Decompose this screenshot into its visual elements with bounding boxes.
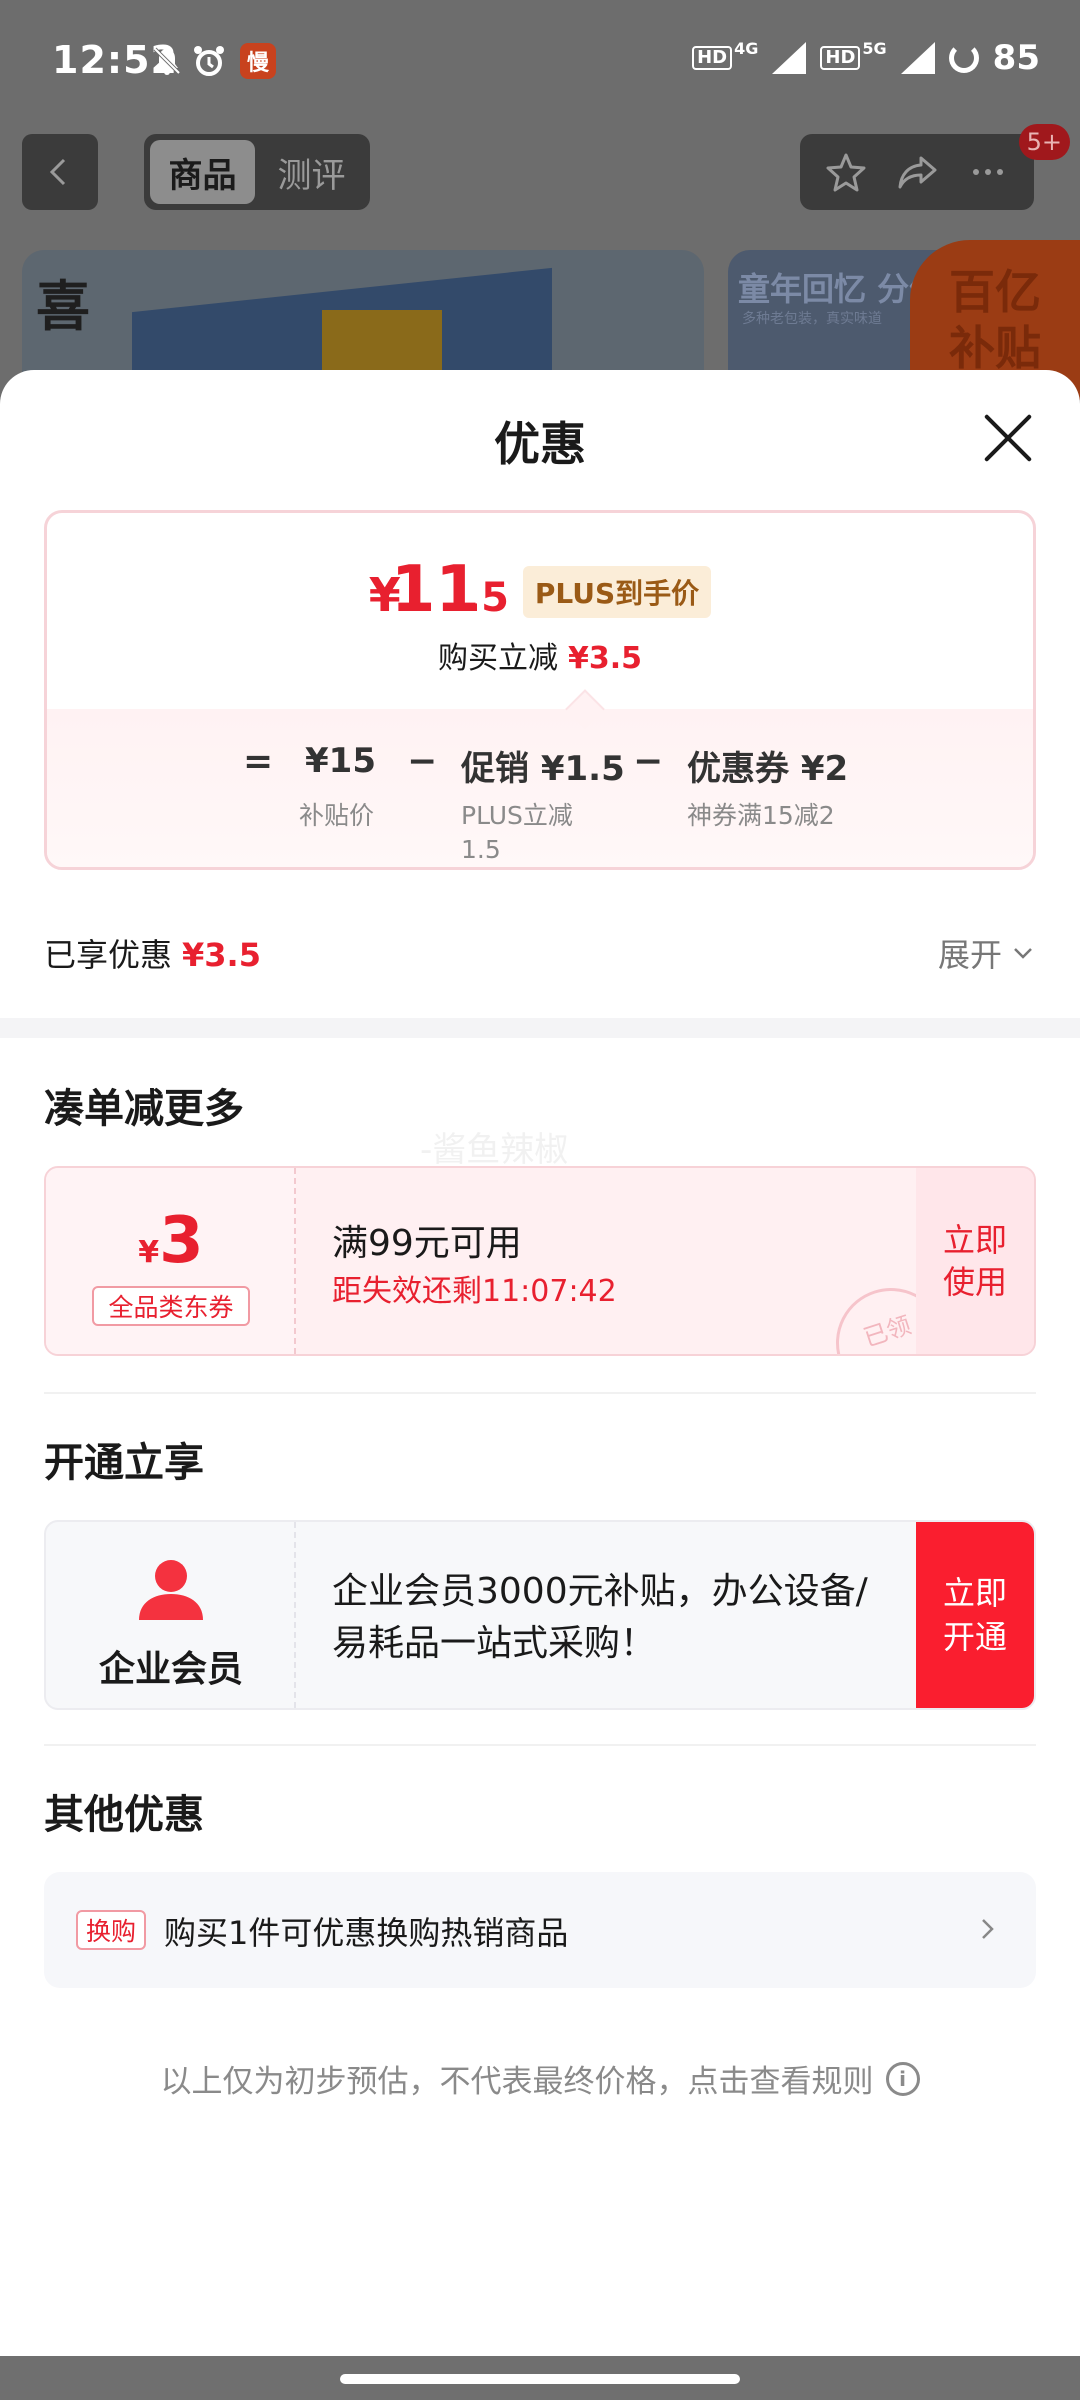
price-decimal: .5 — [465, 575, 509, 621]
instant-discount-label: 购买立减 — [437, 641, 558, 676]
person-icon — [139, 1560, 203, 1620]
coupon-number: 3 — [159, 1204, 204, 1278]
product-tabs: 商品 测评 — [144, 134, 370, 210]
subsidy-badge-line1: 百亿 — [949, 265, 1041, 319]
price-breakdown-card: ¥11.5 PLUS到手价 购买立减 ¥3.5 = ¥15 补贴价 − 促销 ¥1… — [44, 510, 1036, 870]
price-formula: = ¥15 补贴价 − 促销 ¥1.5 PLUS立减 1.5 − 优惠券 ¥2 … — [47, 741, 1033, 864]
home-indicator[interactable] — [340, 2374, 740, 2384]
top-actions — [800, 134, 1034, 210]
share-button[interactable] — [889, 144, 945, 200]
instant-discount-amount: ¥3.5 — [567, 641, 643, 676]
trade-in-text: 购买1件可优惠换购热销商品 — [164, 1914, 569, 1952]
promo-banner-subtitle: 多种老包装，真实味道 — [742, 311, 882, 327]
info-icon: i — [885, 2061, 920, 2096]
trade-in-tag: 换购 — [76, 1910, 147, 1950]
share-icon — [898, 156, 937, 189]
final-price: ¥11.5 PLUS到手价 — [47, 553, 1033, 627]
back-button[interactable] — [22, 134, 98, 210]
coupon-value-panel: ¥3 全品类东券 — [46, 1168, 296, 1354]
activate-line2: 开通 — [942, 1618, 1007, 1656]
tab-product[interactable]: 商品 — [150, 140, 255, 204]
price-summary: ¥11.5 PLUS到手价 购买立减 ¥3.5 — [47, 513, 1033, 709]
promotion-label-line1: PLUS立减 — [461, 801, 573, 830]
section-title-more-savings: 凑单减更多 — [44, 1086, 244, 1132]
star-icon — [826, 153, 866, 192]
mute-bell-icon — [150, 44, 184, 78]
network-5g: 5G — [862, 38, 887, 58]
formula-equals: = — [243, 741, 274, 782]
expand-label: 展开 — [937, 936, 1002, 974]
section-title-membership: 开通立享 — [44, 1440, 204, 1486]
banner-package-label — [322, 310, 442, 370]
section-divider — [0, 1018, 1080, 1038]
membership-label-panel: 企业会员 — [46, 1522, 296, 1708]
membership-card: 企业会员 企业会员3000元补贴，办公设备/易耗品一站式采购！ 立即 开通 — [44, 1520, 1036, 1710]
plus-price-tag: PLUS到手价 — [522, 566, 712, 618]
coupon-card: ¥3 全品类东券 满99元可用 距失效还剩11:07:42 已领 立即 使用 — [44, 1166, 1036, 1356]
instant-discount-line: 购买立减 ¥3.5 — [47, 633, 1033, 677]
coupon-currency: ¥ — [138, 1235, 160, 1270]
divider-line — [44, 1744, 1036, 1746]
message-badge: 5+ — [1018, 124, 1070, 160]
use-coupon-line2: 使用 — [942, 1263, 1007, 1301]
coupon-amount: ¥3 — [46, 1204, 296, 1278]
disclaimer-text: 以上仅为初步预估，不代表最终价格，点击查看规则 — [160, 2064, 874, 2100]
section-title-other-offers: 其他优惠 — [44, 1792, 204, 1838]
banner-logo-text: 喜 — [36, 274, 90, 338]
signal-icon-2 — [900, 42, 935, 74]
enjoyed-label: 已享优惠 — [44, 936, 173, 974]
divider-line — [44, 1392, 1036, 1394]
formula-minus-2: − — [633, 741, 664, 782]
formula-minus-1: − — [407, 741, 438, 782]
signal-icon-1 — [772, 42, 807, 74]
activate-line1: 立即 — [942, 1574, 1007, 1612]
use-coupon-line1: 立即 — [942, 1221, 1007, 1259]
membership-name: 企业会员 — [98, 1649, 243, 1690]
coupon-type-tag: 全品类东券 — [92, 1286, 250, 1326]
discount-sheet: 优惠 ¥11.5 PLUS到手价 购买立减 ¥3.5 = ¥15 补贴价 − 促销… — [0, 370, 1080, 2400]
activate-membership-button[interactable]: 立即 开通 — [916, 1522, 1034, 1708]
coupon-label: 神券满15减2 — [687, 801, 835, 830]
app-notification-icon: 慢 — [240, 43, 276, 79]
background-page: 12:52 慢 HD 4G HD 5G 85 商品 测评 5+ 喜 童年回忆 分… — [0, 0, 1080, 400]
coupon-countdown: 距失效还剩11:07:42 — [332, 1274, 617, 1309]
watermark-text: -酱鱼辣椒 — [420, 1130, 569, 1170]
subsidy-price-value: ¥15 — [305, 741, 376, 781]
hd-badge-2: HD — [820, 46, 861, 70]
battery-icon — [948, 43, 979, 73]
rules-disclaimer[interactable]: 以上仅为初步预估，不代表最终价格，点击查看规则 i — [0, 2056, 1080, 2101]
network-4g: 4G — [734, 38, 759, 58]
membership-description: 企业会员3000元补贴，办公设备/易耗品一站式采购！ — [332, 1571, 868, 1664]
enjoyed-amount: ¥3.5 — [182, 936, 261, 974]
promotion-label: PLUS立减 1.5 — [461, 799, 573, 867]
more-button[interactable] — [960, 144, 1016, 200]
subsidy-price-label: 补贴价 — [299, 801, 375, 830]
expand-button[interactable]: 展开 — [938, 930, 1036, 976]
favorite-button[interactable] — [818, 144, 874, 200]
more-icon — [973, 169, 1004, 175]
product-top-bar: 商品 测评 5+ — [0, 124, 1080, 214]
tab-review[interactable]: 测评 — [259, 140, 364, 204]
trade-in-offer-row[interactable]: 换购 购买1件可优惠换购热销商品 — [44, 1872, 1036, 1988]
hd-badge-1: HD — [692, 46, 733, 70]
chevron-down-icon — [1014, 948, 1032, 959]
status-right: HD 4G HD 5G 85 — [692, 38, 1040, 78]
sheet-title: 优惠 — [494, 417, 586, 471]
enjoyed-discount: 已享优惠 ¥3.5 — [44, 930, 261, 976]
subsidy-badge-line2: 补贴 — [949, 321, 1041, 375]
use-coupon-button[interactable]: 立即 使用 — [916, 1168, 1034, 1354]
chevron-right-icon — [982, 1919, 994, 1939]
battery-level: 85 — [992, 38, 1040, 78]
promotion-label-line2: 1.5 — [461, 835, 501, 864]
coupon-condition: 满99元可用 — [332, 1223, 522, 1264]
coupon-value: 优惠券 ¥2 — [687, 749, 849, 789]
status-bar: 12:52 慢 HD 4G HD 5G 85 — [0, 0, 1080, 126]
close-icon[interactable] — [982, 412, 1034, 464]
alarm-icon — [192, 44, 226, 78]
back-icon — [49, 158, 66, 186]
promotion-value: 促销 ¥1.5 — [461, 749, 625, 789]
